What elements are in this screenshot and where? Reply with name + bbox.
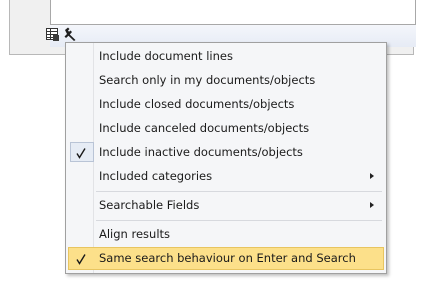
menu-item-same-search-behaviour[interactable]: Same search behaviour on Enter and Searc… [68,247,384,270]
menu-item-align-results[interactable]: Align results [68,223,384,246]
menu-item-label: Include closed documents/objects [99,97,295,111]
menu-item-included-categories[interactable]: Included categories [68,165,384,188]
wrench-icon[interactable] [63,27,77,41]
submenu-arrow-icon [370,202,374,208]
submenu-arrow-icon [370,173,374,179]
screen: Include document lines Search only in my… [0,0,422,287]
menu-separator [96,191,382,192]
menu-item-search-only-mine[interactable]: Search only in my documents/objects [68,69,384,92]
check-mark-icon [74,145,88,159]
menu-item-label: Included categories [99,169,213,183]
menu-item-include-document-lines[interactable]: Include document lines [68,45,384,68]
menu-item-include-inactive[interactable]: Include inactive documents/objects [68,141,384,164]
menu-item-searchable-fields[interactable]: Searchable Fields [68,194,384,217]
check-mark-icon [74,251,88,265]
menu-item-label: Search only in my documents/objects [99,73,316,87]
menu-item-include-closed[interactable]: Include closed documents/objects [68,93,384,116]
menu-item-label: Include document lines [99,49,233,63]
menu-item-label: Same search behaviour on Enter and Searc… [99,251,356,265]
menu-separator [96,220,382,221]
menu-item-label: Include inactive documents/objects [99,145,303,159]
grid-icon[interactable] [46,27,60,41]
context-menu: Include document lines Search only in my… [65,42,387,274]
menu-item-include-canceled[interactable]: Include canceled documents/objects [68,117,384,140]
menu-item-label: Include canceled documents/objects [99,121,310,135]
menu-item-label: Searchable Fields [99,198,200,212]
menu-item-label: Align results [99,227,171,241]
results-area [50,0,416,25]
